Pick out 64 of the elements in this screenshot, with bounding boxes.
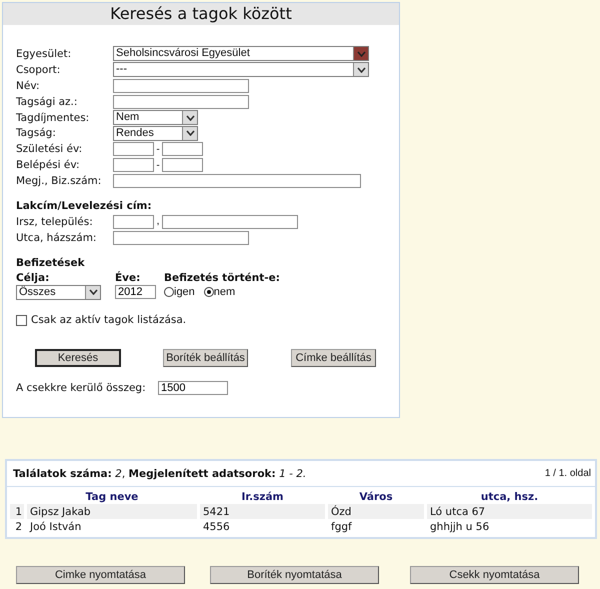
print-button[interactable]: Boríték nyomtatása: [210, 566, 379, 584]
input-field[interactable]: [113, 78, 249, 93]
table-cell: Ló utca 67: [427, 504, 592, 519]
input-field[interactable]: [113, 94, 249, 109]
field-label: Belépési év:: [16, 159, 81, 172]
radio-option[interactable]: igen: [164, 286, 195, 298]
field-label: Utca, házszám:: [16, 232, 98, 244]
action-button[interactable]: Címke beállítás: [291, 348, 376, 367]
table-cell: Ózd: [328, 504, 424, 519]
table-cell: Gipsz Jakab: [27, 504, 197, 519]
dropdown[interactable]: Nem: [113, 110, 198, 125]
table-cell-text: ghhjjh u 56: [429, 520, 490, 534]
row-number: 2: [14, 520, 23, 534]
field-label: Tagsági az.:: [16, 96, 78, 108]
column-label: Befizetés történt-e:: [164, 270, 280, 285]
row-number: 1: [10, 504, 24, 519]
field-label: Egyesület:: [16, 48, 72, 60]
action-button[interactable]: Boríték beállítás: [163, 348, 248, 367]
field-label: Megj., Biz.szám:: [16, 175, 102, 188]
input-field[interactable]: [113, 230, 249, 245]
page-indicator: 1 / 1. oldal: [544, 468, 591, 479]
action-button[interactable]: Keresés: [35, 348, 121, 367]
field-label: Név:: [16, 80, 40, 92]
field-label: A csekkre kerülő összeg:: [16, 382, 147, 394]
column-header: utca, hsz.: [480, 490, 540, 504]
input-field[interactable]: [113, 142, 154, 156]
column-label: Célja:: [16, 270, 50, 285]
table-cell-text: Joó István: [28, 520, 82, 534]
print-button[interactable]: Cimke nyomtatása: [16, 566, 185, 584]
field-label: Irsz, település:: [16, 216, 94, 228]
dropdown[interactable]: Seholsincsvárosi Egyesület: [113, 46, 369, 62]
input-field[interactable]: [113, 214, 154, 229]
field-label: Tagság:: [16, 127, 57, 140]
field-separator: ,: [156, 216, 160, 228]
dropdown[interactable]: Rendes: [113, 126, 198, 141]
column-header: Ir.szám: [240, 490, 284, 504]
range-separator: -: [155, 144, 161, 155]
dropdown[interactable]: ---: [113, 62, 369, 78]
panel-title: Keresés a tagok között: [3, 3, 399, 25]
input-field[interactable]: [162, 158, 203, 172]
input-field[interactable]: [162, 214, 298, 229]
range-separator: -: [155, 160, 161, 171]
input-field[interactable]: [113, 158, 154, 172]
amount-field[interactable]: 1500: [158, 380, 228, 395]
column-header: Tag neve: [84, 490, 140, 504]
table-cell: 5421: [200, 504, 325, 519]
field-label: Csoport:: [16, 64, 62, 76]
checkbox-label: Csak az aktív tagok listázása.: [31, 314, 186, 326]
input-field[interactable]: [162, 142, 203, 156]
print-button[interactable]: Csekk nyomtatása: [410, 566, 579, 584]
checkbox[interactable]: [16, 314, 27, 326]
table-cell-text: fggf: [330, 520, 353, 534]
column-label: Éve:: [115, 270, 142, 285]
table-cell-text: 4556: [202, 520, 231, 534]
section-heading: Lakcím/Levelezési cím:: [16, 199, 153, 214]
field-label: Tagdíjmentes:: [16, 112, 90, 124]
input-field[interactable]: [113, 174, 361, 188]
column-header: Város: [358, 490, 394, 504]
field-label: Születési év:: [16, 143, 84, 156]
radio-option[interactable]: nem: [204, 286, 236, 298]
dropdown[interactable]: Összes: [16, 284, 101, 300]
year-field[interactable]: 2012: [115, 284, 156, 299]
section-heading: Befizetések: [16, 256, 86, 271]
results-summary: Találatok száma: 2, Megjelenített adatsorok: 1 - 2.: [13, 468, 306, 480]
